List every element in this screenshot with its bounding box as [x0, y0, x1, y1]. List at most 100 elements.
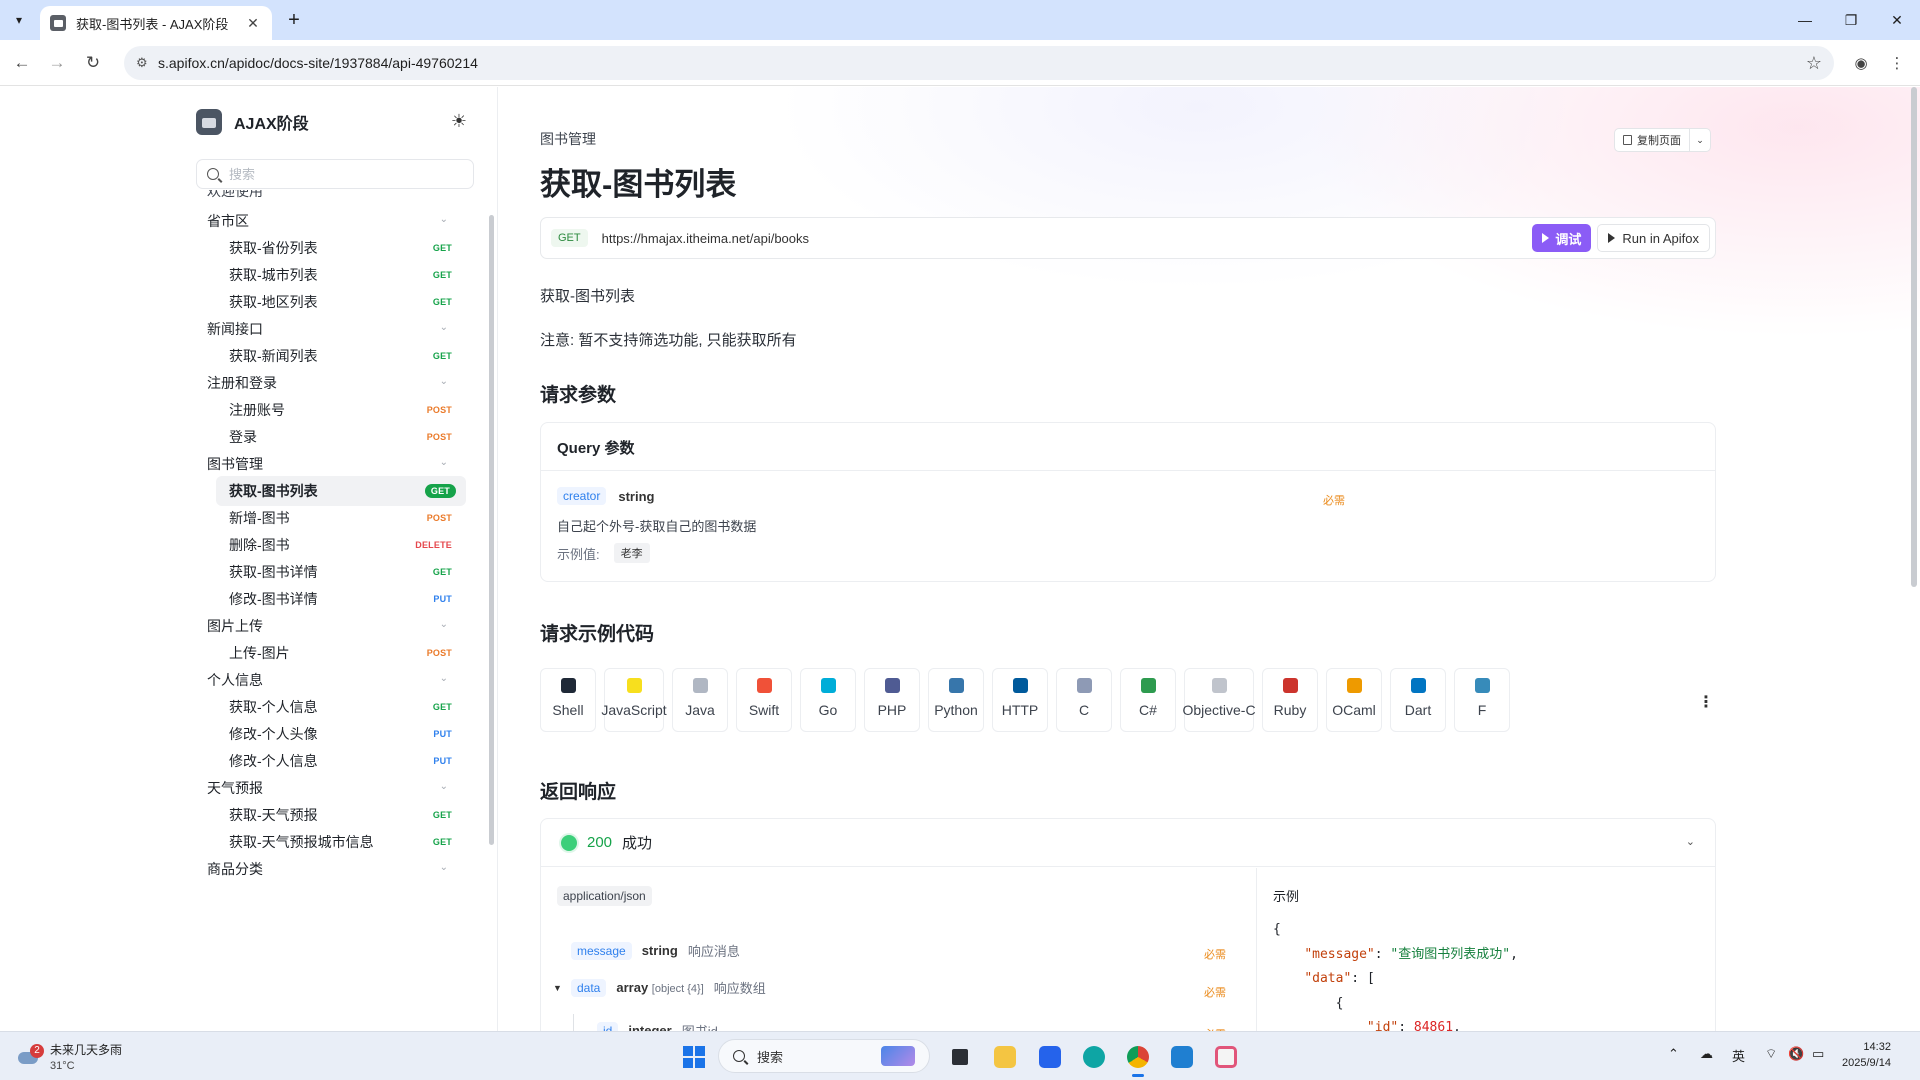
sidebar-item[interactable]: 上传-图片 POST: [216, 638, 466, 668]
expand-caret-icon[interactable]: ▼: [553, 983, 562, 993]
breadcrumb[interactable]: 图书管理: [540, 129, 596, 149]
copy-page-main[interactable]: 复制页面: [1615, 129, 1690, 151]
sidebar-item[interactable]: 删除-图书 DELETE: [216, 530, 466, 560]
copy-page-button[interactable]: 复制页面 ⌄: [1614, 128, 1711, 152]
code-tab-python[interactable]: Python: [928, 668, 984, 732]
sidebar-item[interactable]: 修改-个人头像 PUT: [216, 719, 466, 749]
sidebar-item[interactable]: 修改-个人信息 PUT: [216, 746, 466, 776]
sun-theme-toggle-icon[interactable]: ☀: [448, 110, 470, 132]
tab-close-icon[interactable]: ✕: [244, 14, 262, 32]
ime-indicator[interactable]: 英: [1732, 1046, 1745, 1065]
sidebar-item[interactable]: 获取-图书列表 GET: [216, 476, 466, 506]
chevron-down-icon[interactable]: ⌄: [440, 862, 448, 873]
more-vertical-icon[interactable]: ⋮: [1698, 692, 1714, 712]
chevron-down-icon[interactable]: ⌄: [1686, 835, 1695, 848]
address-url[interactable]: s.apifox.cn/apidoc/docs-site/1937884/api…: [158, 55, 1806, 71]
code-tab-c-[interactable]: C#: [1120, 668, 1176, 732]
vscode-icon[interactable]: [1166, 1041, 1198, 1073]
sidebar-item[interactable]: 新增-图书 POST: [216, 503, 466, 533]
code-tab-ruby[interactable]: Ruby: [1262, 668, 1318, 732]
task-view-icon[interactable]: [944, 1041, 976, 1073]
system-clock[interactable]: 14:32 2025/9/14: [1842, 1039, 1891, 1071]
response-header[interactable]: 200 成功 ⌄: [541, 819, 1715, 867]
browser-tab-active[interactable]: 获取-图书列表 - AJAX阶段 ✕: [40, 6, 272, 40]
address-bar[interactable]: ⚙ s.apifox.cn/apidoc/docs-site/1937884/a…: [124, 46, 1834, 80]
sidebar-item-welcome[interactable]: 欢迎使用: [196, 190, 466, 206]
taskbar-search[interactable]: 搜索: [718, 1039, 930, 1073]
snipping-tool-icon[interactable]: [1210, 1041, 1242, 1073]
sidebar-item[interactable]: 修改-图书详情 PUT: [216, 584, 466, 614]
chevron-down-icon[interactable]: ⌄: [1690, 129, 1710, 151]
sidebar-item[interactable]: 获取-地区列表 GET: [216, 287, 466, 317]
code-tab-ocaml[interactable]: OCaml: [1326, 668, 1382, 732]
windows-start-icon[interactable]: [683, 1046, 705, 1068]
code-tab-f[interactable]: F: [1454, 668, 1510, 732]
bookmark-star-icon[interactable]: ☆: [1806, 53, 1822, 74]
new-tab-button[interactable]: +: [282, 9, 306, 33]
file-explorer-icon[interactable]: [989, 1041, 1021, 1073]
page-scrollbar[interactable]: [1911, 87, 1917, 587]
sidebar-group-5[interactable]: 个人信息 ⌄: [196, 665, 466, 695]
code-tab-http[interactable]: HTTP: [992, 668, 1048, 732]
back-arrow-icon[interactable]: ←: [9, 50, 35, 76]
chevron-down-icon[interactable]: ⌄: [440, 214, 448, 225]
sidebar-group-7[interactable]: 商品分类 ⌄: [196, 854, 466, 884]
content-type-badge[interactable]: application/json: [557, 886, 652, 906]
tab-search-dropdown[interactable]: ▾: [6, 8, 32, 32]
example-value[interactable]: 老李: [613, 543, 650, 563]
reload-icon[interactable]: ↻: [80, 50, 106, 76]
sidebar-search-input[interactable]: [229, 166, 463, 182]
close-icon[interactable]: ✕: [1874, 0, 1920, 40]
battery-icon[interactable]: ▭: [1812, 1046, 1824, 1062]
weather-widget[interactable]: 2 未来几天多雨 31°C: [18, 1041, 122, 1072]
minimize-icon[interactable]: —: [1782, 0, 1828, 40]
chrome-browser-icon[interactable]: [1122, 1041, 1154, 1077]
code-tab-c[interactable]: C: [1056, 668, 1112, 732]
edge-browser-icon[interactable]: [1078, 1041, 1110, 1073]
sidebar-group-6[interactable]: 天气预报 ⌄: [196, 773, 466, 803]
sidebar-group-1[interactable]: 新闻接口 ⌄: [196, 314, 466, 344]
sidebar-group-2[interactable]: 注册和登录 ⌄: [196, 368, 466, 398]
wifi-icon[interactable]: ⌔: [1765, 1046, 1777, 1062]
sidebar-group-0[interactable]: 省市区 ⌄: [196, 206, 466, 236]
debug-button[interactable]: 调试: [1532, 224, 1592, 252]
run-in-apifox-button[interactable]: Run in Apifox: [1597, 224, 1710, 252]
chevron-down-icon[interactable]: ⌄: [440, 376, 448, 387]
chevron-down-icon[interactable]: ⌄: [440, 322, 448, 333]
sidebar-item[interactable]: 获取-省份列表 GET: [216, 233, 466, 263]
sidebar-item[interactable]: 注册账号 POST: [216, 395, 466, 425]
sidebar-item[interactable]: 获取-天气预报 GET: [216, 800, 466, 830]
microsoft-store-icon[interactable]: [1034, 1041, 1066, 1073]
tray-chevron-up-icon[interactable]: ⌃: [1668, 1046, 1679, 1062]
sidebar-search[interactable]: [196, 159, 474, 189]
sidebar-group-3[interactable]: 图书管理 ⌄: [196, 449, 466, 479]
example-json[interactable]: { "message": "查询图书列表成功", "data": [ { "id…: [1273, 918, 1518, 1031]
code-tab-dart[interactable]: Dart: [1390, 668, 1446, 732]
code-tab-objective-c[interactable]: Objective-C: [1182, 668, 1256, 732]
sidebar-item[interactable]: 获取-个人信息 GET: [216, 692, 466, 722]
code-tab-shell[interactable]: Shell: [540, 668, 596, 732]
chevron-down-icon[interactable]: ⌄: [440, 673, 448, 684]
profile-icon[interactable]: ◉: [1848, 50, 1874, 76]
onedrive-icon[interactable]: ☁: [1700, 1046, 1713, 1062]
sidebar-item[interactable]: 获取-新闻列表 GET: [216, 341, 466, 371]
code-tab-php[interactable]: PHP: [864, 668, 920, 732]
endpoint-url[interactable]: https://hmajax.itheima.net/api/books: [602, 231, 1533, 246]
forward-arrow-icon[interactable]: →: [44, 50, 70, 76]
chevron-down-icon[interactable]: ⌄: [440, 457, 448, 468]
code-tab-javascript[interactable]: JavaScript: [601, 668, 667, 732]
chevron-down-icon[interactable]: ⌄: [440, 619, 448, 630]
sidebar-item[interactable]: 获取-城市列表 GET: [216, 260, 466, 290]
code-tab-java[interactable]: Java: [672, 668, 728, 732]
volume-muted-icon[interactable]: 🔇: [1788, 1046, 1804, 1062]
chevron-down-icon[interactable]: ⌄: [440, 781, 448, 792]
browser-menu-icon[interactable]: ⋮: [1884, 50, 1910, 76]
sidebar-scrollbar[interactable]: [489, 215, 494, 845]
restore-icon[interactable]: ❐: [1828, 0, 1874, 40]
project-brand[interactable]: AJAX阶段: [196, 109, 309, 135]
sidebar-group-4[interactable]: 图片上传 ⌄: [196, 611, 466, 641]
sidebar-item[interactable]: 登录 POST: [216, 422, 466, 452]
sidebar-item[interactable]: 获取-天气预报城市信息 GET: [216, 827, 466, 857]
code-tab-swift[interactable]: Swift: [736, 668, 792, 732]
code-tab-go[interactable]: Go: [800, 668, 856, 732]
